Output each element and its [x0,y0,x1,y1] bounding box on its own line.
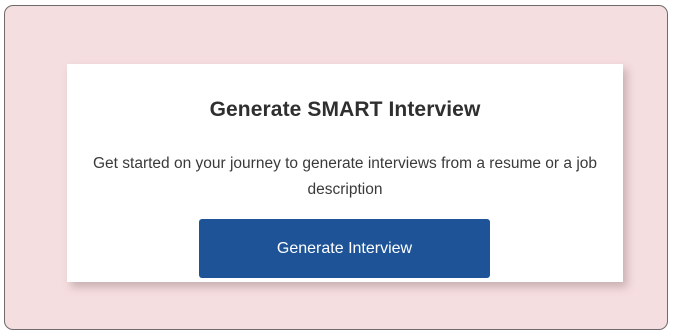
outer-panel: Generate SMART Interview Get started on … [4,5,668,330]
card-description: Get started on your journey to generate … [93,155,597,198]
card-title: Generate SMART Interview [209,98,481,121]
generate-interview-button[interactable]: Generate Interview [199,219,490,278]
generate-interview-card: Generate SMART Interview Get started on … [67,64,623,282]
